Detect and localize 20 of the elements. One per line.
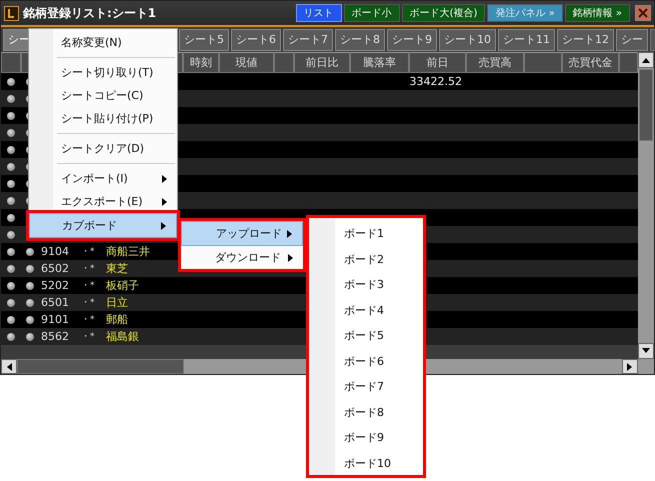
market-cell-text: ・*	[80, 280, 96, 293]
market-cell-text: ・*	[80, 297, 96, 310]
code-cell-text: 9101	[40, 312, 70, 328]
name-cell-text: 板硝子	[105, 278, 140, 294]
code-cell-text: 8562	[40, 329, 70, 345]
market-cell-text: ・*	[80, 331, 96, 344]
window-title: 銘柄登録リスト:シート1	[23, 4, 156, 22]
market-cell-text: ・*	[80, 314, 96, 327]
name-cell-text: 商船三井	[105, 244, 151, 260]
code-cell-text: 5202	[40, 278, 70, 294]
name-cell-text: 日立	[105, 295, 129, 311]
code-cell-text: 6502	[40, 261, 70, 277]
code-cell-text: 6501	[40, 295, 70, 311]
market-cell-text: ・*	[80, 246, 96, 259]
code-cell-text: 9104	[40, 244, 70, 260]
market-cell-text: ・*	[80, 263, 96, 276]
name-cell-text: 郵船	[105, 312, 129, 328]
name-cell-text: 東芝	[105, 261, 129, 277]
price-cell-text: 33422.52	[409, 74, 463, 90]
name-cell-text: 福島銀	[105, 329, 140, 345]
